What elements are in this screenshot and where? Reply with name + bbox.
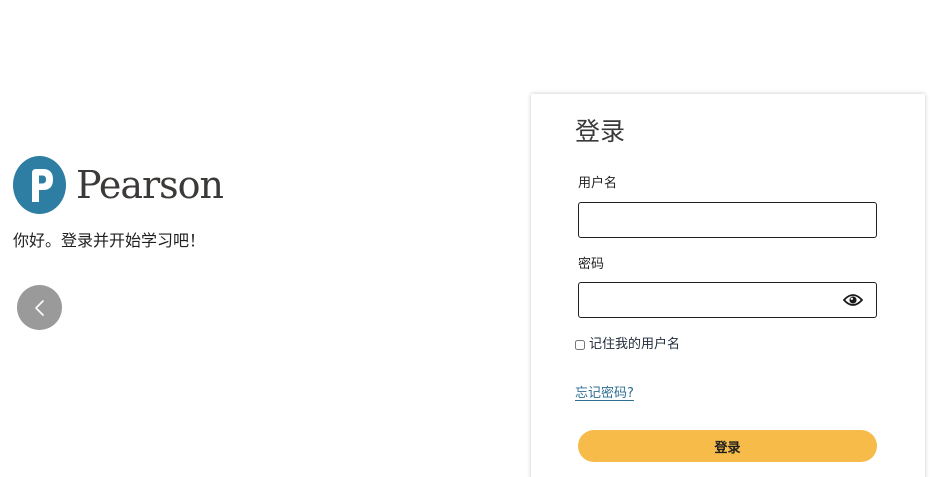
eye-icon xyxy=(843,294,863,306)
remember-me-row: 记住我的用户名 xyxy=(575,336,680,354)
password-input[interactable] xyxy=(578,282,877,318)
login-title: 登录 xyxy=(575,117,626,146)
remember-me-checkbox[interactable] xyxy=(575,340,585,350)
greeting-text: 你好。登录并开始学习吧！ xyxy=(13,231,206,250)
login-card: 登录 用户名 密码 记住我的用户名 忘记密码? 登录 xyxy=(531,94,925,477)
chevron-left-icon xyxy=(34,299,44,316)
username-input[interactable] xyxy=(578,202,877,238)
forgot-password-link[interactable]: 忘记密码? xyxy=(575,385,634,403)
pearson-logo-icon xyxy=(13,156,66,214)
password-label: 密码 xyxy=(578,257,605,272)
brand-wordmark: Pearson xyxy=(76,163,224,207)
remember-me-label[interactable]: 记住我的用户名 xyxy=(589,336,680,354)
brand: Pearson xyxy=(13,156,224,214)
show-password-button[interactable] xyxy=(840,289,866,311)
sign-in-button[interactable]: 登录 xyxy=(578,430,877,462)
login-page: Pearson 你好。登录并开始学习吧！ 登录 用户名 密码 记住我的用户名 忘… xyxy=(0,0,935,477)
username-label: 用户名 xyxy=(578,176,618,191)
carousel-prev-button[interactable] xyxy=(17,285,62,330)
